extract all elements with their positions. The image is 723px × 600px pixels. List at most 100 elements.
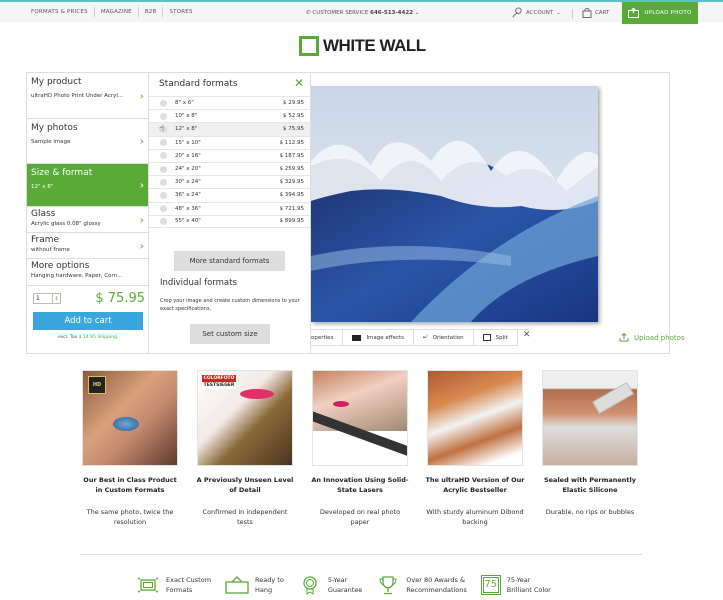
chevron-down-icon: ⌄ xyxy=(414,10,420,16)
radio-button[interactable] xyxy=(160,139,167,147)
feature-description: The same photo, twice the resolution xyxy=(86,508,174,526)
format-row[interactable]: 36" x 24" $ 394.95 xyxy=(149,188,310,201)
quantity-stepper[interactable]: ⇕ xyxy=(53,293,61,304)
format-price: $ 259.95 xyxy=(279,166,305,173)
config-item-value: ultraHD Photo Print Under Acryl... xyxy=(31,93,124,99)
feature-description: Durable, no rips or bubbles xyxy=(545,508,635,516)
config-item-frame[interactable]: Frame without frame › xyxy=(27,233,148,259)
preview-photo xyxy=(311,86,598,322)
usp-line2: Guarantee xyxy=(327,586,363,594)
config-item-product[interactable]: My product ultraHD Photo Print Under Acr… xyxy=(27,73,148,119)
format-row-selected[interactable]: ☝ 12" x 8" $ 75.95 xyxy=(149,122,310,136)
radio-button[interactable] xyxy=(160,191,167,199)
add-to-cart-button[interactable]: Add to cart xyxy=(33,312,143,330)
tax-label: excl. Tax xyxy=(58,335,78,340)
tax-shipping-note: excl. Tax $ 14.95 Shipping xyxy=(27,335,148,340)
feature-item: HD Our Best in Class Product in Custom F… xyxy=(80,370,180,527)
customer-service-label: CUSTOMER SERVICE xyxy=(312,10,369,16)
chevron-down-icon: ⌄ xyxy=(556,9,561,16)
customer-service[interactable]: ✆ CUSTOMER SERVICE 646-513-4422 ⌄ xyxy=(306,10,419,16)
format-price: $ 899.95 xyxy=(279,218,305,225)
usp-item: 75 75-Year Brilliant Color xyxy=(480,575,551,595)
quantity-row: 1 ⇕ $ 75.95 xyxy=(33,291,145,306)
phone-icon: ✆ xyxy=(306,10,311,16)
format-row[interactable]: 8" x 6" $ 29.95 xyxy=(149,96,310,109)
badge-number: 75 xyxy=(482,577,499,593)
usp-line1: Over 80 Awards & xyxy=(406,576,466,584)
config-item-value: Acrylic glass 0.08" glossy xyxy=(31,221,101,227)
close-toolbar-icon[interactable]: ✕ xyxy=(523,330,531,345)
format-size: 48" x 36" xyxy=(175,205,201,212)
image-effects-button[interactable]: Image effects xyxy=(343,330,415,346)
upload-photos-link[interactable]: Upload photos xyxy=(619,333,685,342)
format-row[interactable]: 48" x 36" $ 721.95 xyxy=(149,201,310,215)
format-size: 20" x 16" xyxy=(175,152,201,159)
config-item-size-format[interactable]: Size & format 12" x 8" › xyxy=(27,164,148,207)
format-size: 24" x 20" xyxy=(175,166,201,173)
standard-formats-title: Standard formats xyxy=(159,79,238,89)
format-row[interactable]: 24" x 20" $ 259.95 xyxy=(149,161,310,175)
account-menu[interactable]: ACCOUNT ⌄ xyxy=(512,7,561,18)
upload-photos-label: Upload photos xyxy=(634,333,685,342)
config-item-value: Sample image xyxy=(31,139,71,145)
radio-button[interactable] xyxy=(160,205,167,213)
chevron-right-icon: › xyxy=(139,134,144,148)
set-custom-size-button[interactable]: Set custom size xyxy=(190,324,270,344)
upload-photo-button[interactable]: UPLOAD PHOTO xyxy=(622,2,698,24)
format-row[interactable]: 30" x 24" $ 329.95 xyxy=(149,175,310,188)
orientation-button[interactable]: ⤾ Orientation xyxy=(414,330,474,346)
chevron-right-icon: › xyxy=(139,178,144,192)
more-standard-formats-button[interactable]: More standard formats xyxy=(174,251,285,271)
usp-item: Ready to Hang xyxy=(225,575,284,595)
format-price: $ 329.95 xyxy=(279,179,305,186)
config-panel: My product ultraHD Photo Print Under Acr… xyxy=(26,72,149,354)
config-item-more-options[interactable]: More options Hanging hardware, Paper, Co… xyxy=(27,259,148,286)
radio-button[interactable] xyxy=(160,165,167,173)
usp-item: Exact Custom Formats xyxy=(136,575,211,595)
config-item-value: without frame xyxy=(31,247,70,253)
user-icon xyxy=(512,7,522,18)
format-price: $ 721.95 xyxy=(279,205,305,212)
nav-magazine[interactable]: MAGAZINE xyxy=(93,7,138,17)
radio-button[interactable] xyxy=(160,112,167,120)
config-item-title: Glass xyxy=(31,209,56,219)
nav-b2b[interactable]: B2B xyxy=(137,7,163,17)
config-item-photos[interactable]: My photos Sample image › xyxy=(27,119,148,164)
cart-link[interactable]: CART xyxy=(582,7,609,18)
hanging-icon xyxy=(225,575,249,595)
format-price: $ 112.95 xyxy=(279,139,305,146)
quantity-input[interactable]: 1 xyxy=(33,293,53,304)
radio-button[interactable] xyxy=(160,152,167,160)
format-row[interactable]: 20" x 16" $ 187.95 xyxy=(149,148,310,162)
usp-line2: Formats xyxy=(166,586,193,594)
radio-button[interactable] xyxy=(160,178,167,186)
feature-item: The ultraHD Version of Our Acrylic Bests… xyxy=(425,370,525,527)
usp-line1: 75-Year xyxy=(506,576,531,584)
orientation-label: Orientation xyxy=(432,334,464,341)
format-price: $ 187.95 xyxy=(279,152,305,159)
format-row[interactable]: 15" x 10" $ 112.95 xyxy=(149,135,310,149)
format-list: 8" x 6" $ 29.95 10" x 8" $ 52.95 ☝ 12" x 8"… xyxy=(149,96,310,228)
logo[interactable]: WHITE WALL xyxy=(299,36,426,56)
feature-description: Developed on real photo paper xyxy=(319,508,401,526)
shipping-link[interactable]: $ 14.95 Shipping xyxy=(79,335,117,340)
image-effects-icon xyxy=(352,334,362,341)
nav-formats-prices[interactable]: FORMATS & PRICES xyxy=(27,7,94,17)
format-row[interactable]: 55" x 40" $ 899.95 xyxy=(149,214,310,228)
properties-button[interactable]: operties xyxy=(311,330,344,346)
split-button[interactable]: Split xyxy=(473,330,518,346)
feature-title: An Innovation Using Solid-State Lasers xyxy=(311,476,409,494)
format-row[interactable]: 10" x 8" $ 52.95 xyxy=(149,109,310,122)
nav-stores[interactable]: STORES xyxy=(162,7,198,17)
75-badge-icon: 75 xyxy=(480,575,501,595)
properties-label: operties xyxy=(311,334,334,341)
feature-title: Our Best in Class Product in Custom Form… xyxy=(83,476,177,494)
radio-button[interactable] xyxy=(160,99,167,107)
radio-button[interactable] xyxy=(160,217,167,225)
format-size: 36" x 24" xyxy=(175,192,201,199)
format-price: $ 394.95 xyxy=(279,192,305,199)
split-icon xyxy=(482,334,491,341)
image-effects-label: Image effects xyxy=(366,334,405,341)
close-icon[interactable]: ✕ xyxy=(294,76,304,90)
config-item-glass[interactable]: Glass Acrylic glass 0.08" glossy › xyxy=(27,207,148,233)
